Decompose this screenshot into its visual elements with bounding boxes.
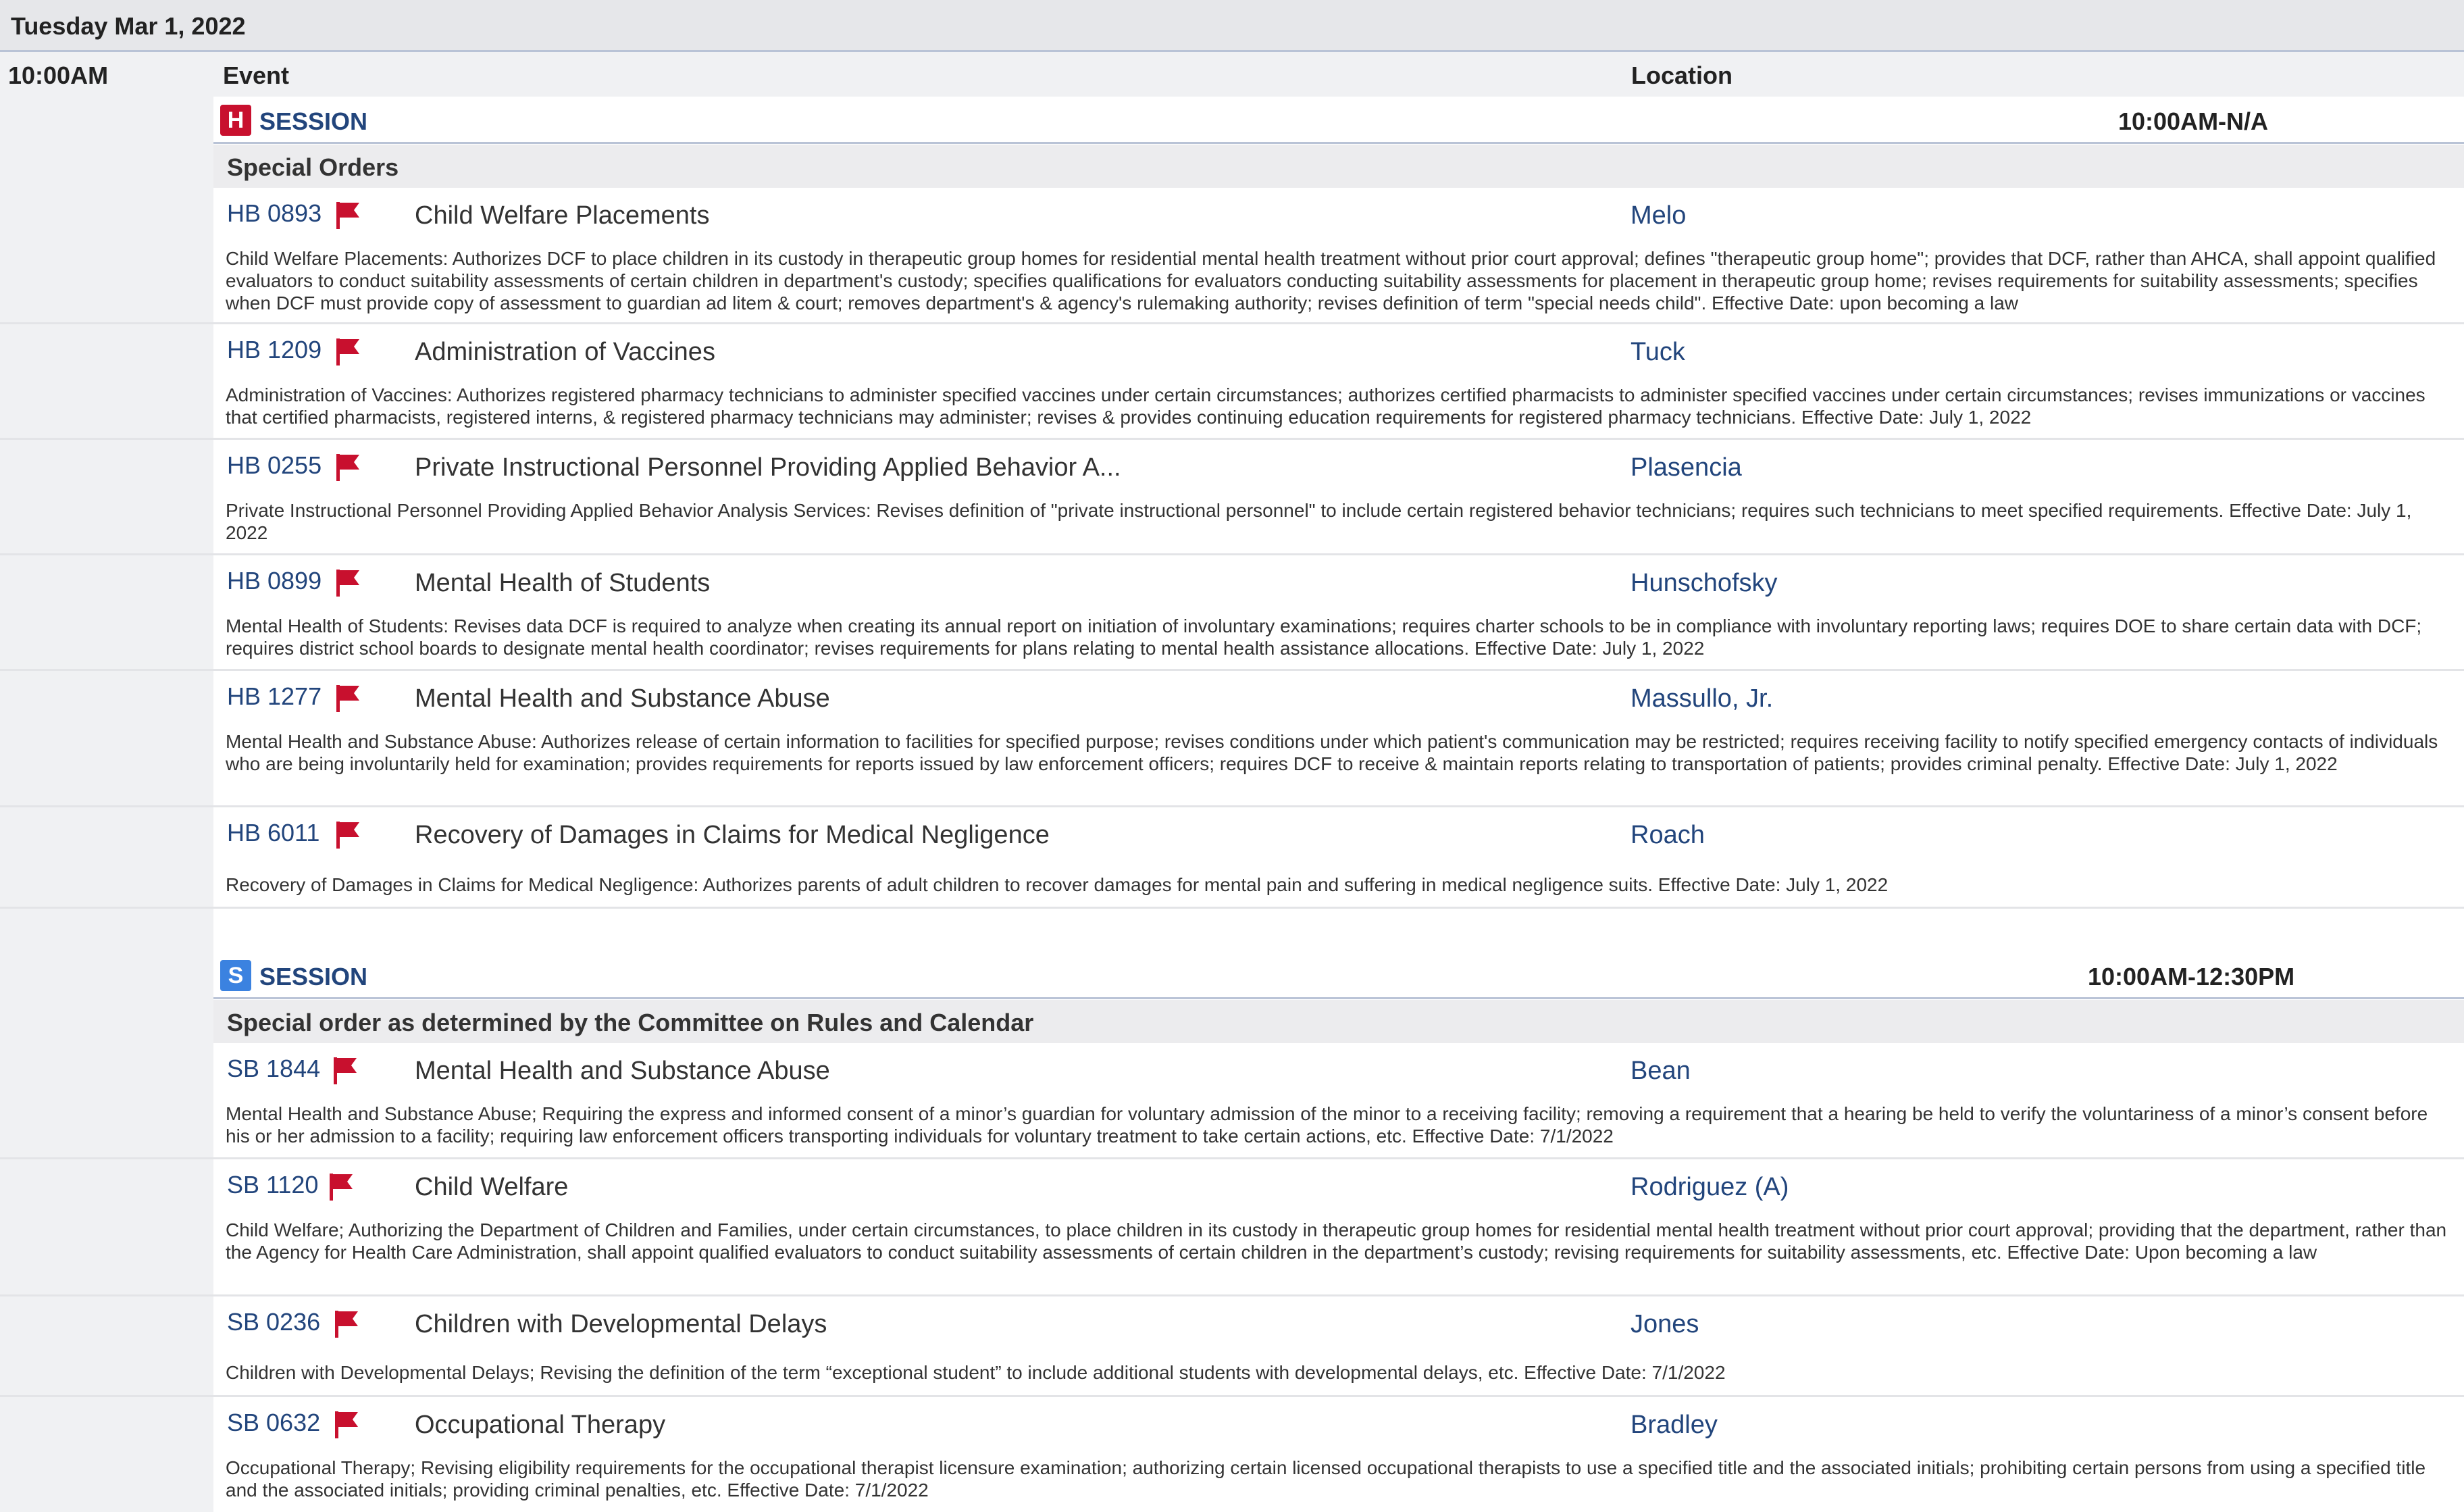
bill-number-link[interactable]: SB 1844 xyxy=(227,1055,320,1083)
bill-description: Recovery of Damages in Claims for Medica… xyxy=(226,874,1889,895)
bill-description: Private Instructional Personnel Providin… xyxy=(226,500,2412,543)
bill-sponsor-link[interactable]: Hunschofsky xyxy=(1631,569,1778,598)
event-column-header: Event xyxy=(223,61,290,89)
bill-description: Child Welfare Placements: Authorizes DCF… xyxy=(226,248,2436,313)
bill-number-link[interactable]: SB 0236 xyxy=(227,1308,320,1336)
bill-sponsor-link[interactable]: Bradley xyxy=(1631,1411,1718,1440)
bill-description: Mental Health and Substance Abuse; Requi… xyxy=(226,1103,2428,1146)
bill-sponsor-link[interactable]: Rodriguez (A) xyxy=(1631,1173,1789,1202)
bill-row: HB 0255 Private Instructional Personnel … xyxy=(0,440,2464,555)
bill-sponsor-link[interactable]: Melo xyxy=(1631,201,1686,230)
bill-row: SB 1844 Mental Health and Substance Abus… xyxy=(0,1043,2464,1159)
bill-description: Children with Developmental Delays; Revi… xyxy=(226,1362,1726,1383)
session-time-range: 10:00AM-12:30PM xyxy=(2088,963,2295,990)
flag-icon[interactable] xyxy=(335,820,361,849)
bill-row: HB 1209 Administration of Vaccines Tuck … xyxy=(0,324,2464,440)
bill-sponsor-link[interactable]: Roach xyxy=(1631,821,1705,850)
bill-title: Mental Health of Students xyxy=(415,569,711,597)
group-title: Special order as determined by the Commi… xyxy=(227,1009,1034,1036)
bill-row: HB 6011 Recovery of Damages in Claims fo… xyxy=(0,807,2464,909)
bill-title: Administration of Vaccines xyxy=(415,338,715,366)
bill-row: HB 0899 Mental Health of Students Hunsch… xyxy=(0,555,2464,671)
bill-description: Mental Health of Students: Revises data … xyxy=(226,615,2422,659)
divider xyxy=(213,997,2464,999)
bill-title: Recovery of Damages in Claims for Medica… xyxy=(415,821,1050,849)
flag-icon[interactable] xyxy=(335,684,361,712)
bill-description: Administration of Vaccines: Authorizes r… xyxy=(226,384,2426,428)
flag-icon[interactable] xyxy=(335,337,361,366)
bill-sponsor-link[interactable]: Plasencia xyxy=(1631,453,1742,482)
bill-number-link[interactable]: HB 0255 xyxy=(227,451,322,480)
bill-row: SB 1120 Child Welfare Rodriguez (A) Chil… xyxy=(0,1159,2464,1296)
bill-row: SB 0236 Children with Developmental Dela… xyxy=(0,1296,2464,1397)
flag-icon[interactable] xyxy=(335,453,361,481)
bill-title: Child Welfare xyxy=(415,1173,569,1201)
flag-icon[interactable] xyxy=(335,201,361,229)
bill-sponsor-link[interactable]: Jones xyxy=(1631,1310,1699,1339)
house-badge-icon: H xyxy=(220,105,251,136)
bill-number-link[interactable]: HB 6011 xyxy=(227,819,319,847)
bill-number-link[interactable]: HB 0893 xyxy=(227,199,322,228)
flag-icon[interactable] xyxy=(334,1410,359,1438)
session-label: SESSION xyxy=(259,107,368,135)
bill-description: Occupational Therapy; Revising eligibili… xyxy=(226,1457,2426,1501)
session-label: SESSION xyxy=(259,963,368,990)
flag-icon[interactable] xyxy=(328,1172,354,1201)
senate-badge-icon: S xyxy=(220,960,251,991)
group-title: Special Orders xyxy=(227,153,399,181)
bill-sponsor-link[interactable]: Bean xyxy=(1631,1057,1691,1086)
flag-icon[interactable] xyxy=(332,1056,358,1084)
bill-row: SB 0632 Occupational Therapy Bradley Occ… xyxy=(0,1397,2464,1512)
bill-title: Mental Health and Substance Abuse xyxy=(415,684,830,713)
group-title-bar: Special order as determined by the Commi… xyxy=(213,1000,2464,1043)
bill-title: Mental Health and Substance Abuse xyxy=(415,1057,830,1085)
senate-session-header: S SESSION 10:00AM-12:30PM xyxy=(213,952,2464,999)
bill-title: Children with Developmental Delays xyxy=(415,1310,827,1338)
flag-icon[interactable] xyxy=(335,568,361,597)
bill-description: Child Welfare; Authorizing the Departmen… xyxy=(226,1219,2447,1263)
time-label: 10:00AM xyxy=(8,61,109,89)
house-session-header: H SESSION 10:00AM-N/A xyxy=(213,97,2464,144)
bill-description: Mental Health and Substance Abuse: Autho… xyxy=(226,731,2438,774)
bill-title: Child Welfare Placements xyxy=(415,201,710,230)
flag-icon[interactable] xyxy=(334,1309,359,1338)
bill-number-link[interactable]: HB 0899 xyxy=(227,567,322,595)
bill-row: HB 0893 Child Welfare Placements Melo Ch… xyxy=(0,188,2464,324)
bill-sponsor-link[interactable]: Massullo, Jr. xyxy=(1631,684,1773,713)
session-time-range: 10:00AM-N/A xyxy=(2118,107,2269,135)
bill-number-link[interactable]: SB 0632 xyxy=(227,1409,320,1437)
date-header: Tuesday Mar 1, 2022 xyxy=(0,0,2464,52)
date-label: Tuesday Mar 1, 2022 xyxy=(11,12,246,40)
bill-sponsor-link[interactable]: Tuck xyxy=(1631,338,1685,367)
divider xyxy=(213,142,2464,144)
bill-row: HB 1277 Mental Health and Substance Abus… xyxy=(0,671,2464,807)
bill-number-link[interactable]: HB 1277 xyxy=(227,682,322,711)
bill-title: Occupational Therapy xyxy=(415,1411,666,1439)
bill-title: Private Instructional Personnel Providin… xyxy=(415,453,1121,482)
location-column-header: Location xyxy=(1631,61,1732,89)
column-header-row: Event Location xyxy=(213,52,2464,97)
bill-number-link[interactable]: SB 1120 xyxy=(227,1171,318,1199)
group-title-bar: Special Orders xyxy=(213,145,2464,188)
bill-number-link[interactable]: HB 1209 xyxy=(227,336,322,364)
